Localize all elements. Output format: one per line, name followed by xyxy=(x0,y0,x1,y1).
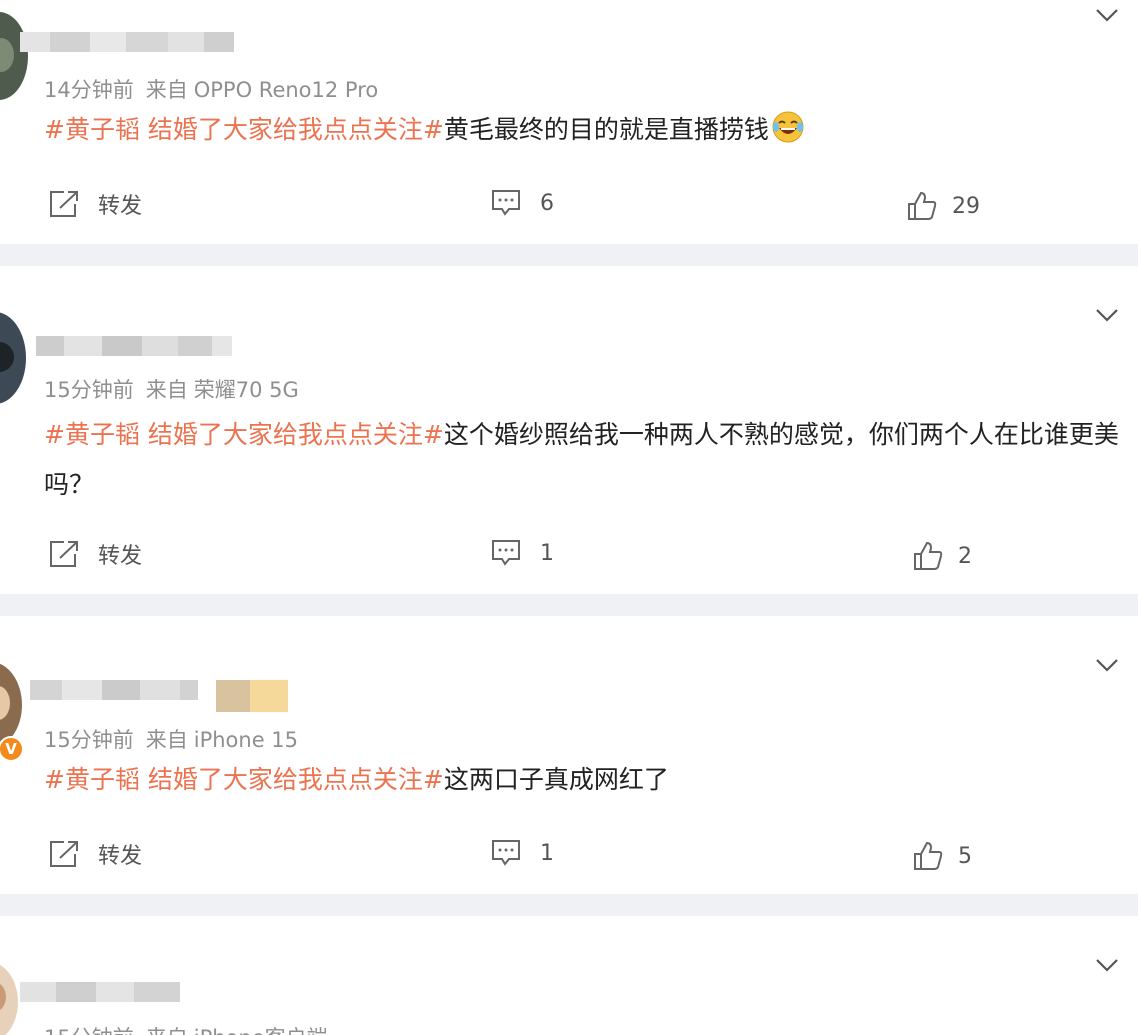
device-name: iPhone客户端 xyxy=(194,1026,328,1035)
topic-link[interactable]: #黄子韬 结婚了大家给我点点关注# xyxy=(44,420,444,449)
comment-card: 14分钟前 来自 OPPO Reno12 Pro #黄子韬 结婚了大家给我点点关注#… xyxy=(0,0,1138,244)
timestamp: 14分钟前 xyxy=(44,78,134,102)
username-blurred[interactable] xyxy=(36,336,232,356)
comment-card: 15分钟前 来自 iPhone客户端 xyxy=(0,916,1138,1035)
username-blurred[interactable] xyxy=(30,680,198,700)
from-label: 来自 xyxy=(146,1026,188,1035)
verified-badge: V xyxy=(0,736,24,762)
avatar[interactable] xyxy=(0,12,28,100)
topic-link[interactable]: #黄子韬 结婚了大家给我点点关注# xyxy=(44,765,444,794)
comment-count: 6 xyxy=(540,190,554,216)
topic-link[interactable]: #黄子韬 结婚了大家给我点点关注# xyxy=(44,115,444,144)
avatar[interactable] xyxy=(0,962,18,1035)
timestamp: 15分钟前 xyxy=(44,378,134,402)
device-name: iPhone 15 xyxy=(193,728,299,752)
comment-count: 1 xyxy=(540,540,554,566)
chevron-down-icon[interactable] xyxy=(1094,652,1120,678)
comment-button[interactable]: 1 xyxy=(490,538,554,568)
thumbs-up-icon xyxy=(906,190,938,222)
comment-button[interactable]: 1 xyxy=(490,838,554,868)
repost-icon xyxy=(48,539,80,569)
from-label: 来自 xyxy=(145,378,188,402)
comment-count: 1 xyxy=(540,840,554,866)
comment-card: V 15分钟前 来自 iPhone 15 #黄子韬 结婚了大家给我点点关注#这两口子… xyxy=(0,616,1138,894)
from-label: 来自 xyxy=(145,78,188,102)
comment-card: 15分钟前 来自 荣耀70 5G #黄子韬 结婚了大家给我点点关注#这个婚纱照给我一… xyxy=(0,266,1138,594)
comment-meta: 14分钟前 来自 OPPO Reno12 Pro xyxy=(44,74,378,104)
comment-body: 黄毛最终的目的就是直播捞钱 xyxy=(443,115,769,144)
from-label: 来自 xyxy=(145,728,188,752)
username-blurred[interactable] xyxy=(20,32,234,52)
chevron-down-icon[interactable] xyxy=(1094,952,1120,978)
repost-button[interactable]: 转发 xyxy=(48,538,142,570)
like-button[interactable]: 2 xyxy=(912,540,972,572)
like-count: 5 xyxy=(958,843,972,869)
repost-icon xyxy=(48,839,80,869)
comment-icon xyxy=(490,188,522,218)
timestamp: 15分钟前 xyxy=(44,728,134,752)
comment-meta: 15分钟前 来自 荣耀70 5G xyxy=(44,374,299,404)
like-button[interactable]: 5 xyxy=(912,840,972,872)
device-name: OPPO Reno12 Pro xyxy=(193,78,379,102)
repost-button[interactable]: 转发 xyxy=(48,188,142,220)
repost-label: 转发 xyxy=(98,844,143,869)
chevron-down-icon[interactable] xyxy=(1094,2,1120,28)
comment-text: #黄子韬 结婚了大家给我点点关注#这个婚纱照给我一种两人不熟的感觉，你们两个人在… xyxy=(44,410,1124,510)
comment-meta: 15分钟前 来自 iPhone客户端 xyxy=(44,1022,328,1035)
comment-icon xyxy=(490,538,522,568)
thumbs-up-icon xyxy=(912,540,944,572)
timestamp: 15分钟前 xyxy=(44,1026,134,1035)
like-count: 2 xyxy=(958,543,972,569)
repost-label: 转发 xyxy=(98,194,143,219)
repost-label: 转发 xyxy=(98,544,143,569)
device-name: 荣耀70 5G xyxy=(193,378,299,402)
comment-body: 这两口子真成网红了 xyxy=(443,765,669,794)
comment-text: #黄子韬 结婚了大家给我点点关注#这两口子真成网红了 xyxy=(44,760,1120,800)
comment-icon xyxy=(490,838,522,868)
repost-button[interactable]: 转发 xyxy=(48,838,142,870)
comment-meta: 15分钟前 来自 iPhone 15 xyxy=(44,724,298,754)
like-button[interactable]: 29 xyxy=(906,190,980,222)
username-blurred[interactable] xyxy=(20,982,180,1002)
user-badge-blurred xyxy=(216,680,288,712)
avatar[interactable] xyxy=(0,312,26,404)
chevron-down-icon[interactable] xyxy=(1094,302,1120,328)
comment-text: #黄子韬 结婚了大家给我点点关注#黄毛最终的目的就是直播捞钱 xyxy=(44,110,1120,150)
like-count: 29 xyxy=(952,193,980,219)
comment-button[interactable]: 6 xyxy=(490,188,554,218)
thumbs-up-icon xyxy=(912,840,944,872)
laugh-cry-emoji xyxy=(771,110,805,144)
repost-icon xyxy=(48,189,80,219)
